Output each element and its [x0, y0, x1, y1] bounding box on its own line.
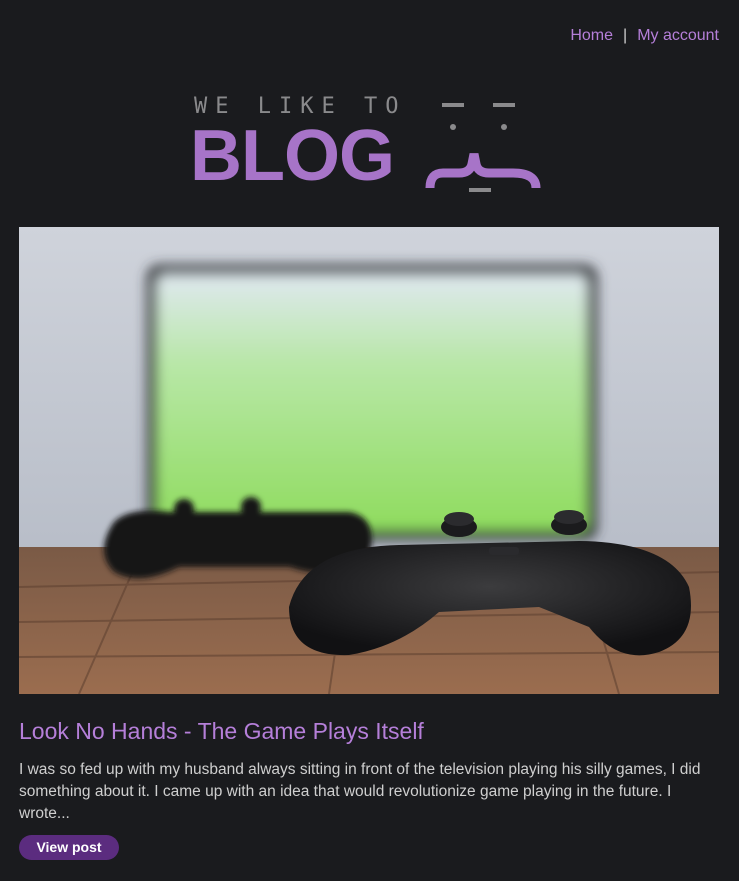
- face-icon: [425, 103, 541, 192]
- view-post-button[interactable]: View post: [19, 835, 119, 860]
- nav-my-account-link[interactable]: My account: [637, 27, 719, 44]
- post-title[interactable]: Look No Hands - The Game Plays Itself: [19, 718, 424, 745]
- page: Home | My account WE LIKE TO BLOG Look N…: [0, 0, 739, 881]
- top-nav: Home | My account: [570, 27, 719, 45]
- game-controllers-image: [19, 227, 719, 694]
- site-logo[interactable]: WE LIKE TO BLOG: [190, 92, 550, 197]
- nav-home-link[interactable]: Home: [570, 27, 613, 44]
- nav-separator: |: [623, 27, 628, 44]
- post-excerpt: I was so fed up with my husband always s…: [19, 761, 701, 822]
- logo-name: BLOG: [190, 116, 395, 196]
- post-hero-image[interactable]: [19, 227, 719, 694]
